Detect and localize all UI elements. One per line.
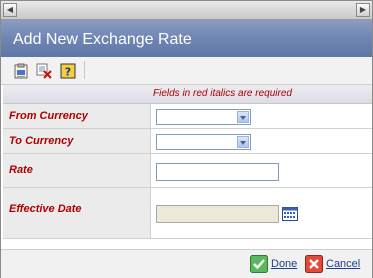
form-row-effective-date: Effective Date — [3, 188, 372, 239]
required-fields-hint: Fields in red italics are required — [153, 88, 292, 99]
help-icon[interactable]: ? — [60, 63, 76, 79]
calendar-icon[interactable] — [282, 207, 298, 221]
from-currency-label: From Currency — [9, 110, 88, 122]
effective-date-label: Effective Date — [9, 203, 82, 215]
close-icon — [305, 255, 323, 273]
chevron-right-icon[interactable]: ▶ — [356, 3, 370, 17]
done-button[interactable]: Done — [250, 255, 302, 275]
from-currency-select[interactable] — [156, 109, 251, 125]
dialog-title: Add New Exchange Rate — [13, 31, 192, 48]
effective-date-input[interactable] — [156, 205, 279, 223]
dialog-title-bar: Add New Exchange Rate — [1, 20, 372, 57]
chevron-left-icon[interactable]: ◀ — [3, 3, 17, 17]
svg-text:?: ? — [65, 66, 71, 79]
required-fields-hint-bar: Fields in red italics are required — [3, 85, 372, 104]
navigation-strip: ◀ ▶ — [1, 1, 372, 20]
to-currency-label: To Currency — [9, 135, 74, 147]
form-row-rate: Rate — [3, 154, 372, 188]
cancel-label: Cancel — [326, 258, 361, 270]
form-row-to-currency: To Currency — [3, 129, 372, 154]
chevron-down-icon[interactable] — [237, 136, 249, 148]
form-row-from-currency: From Currency — [3, 104, 372, 129]
rate-input[interactable] — [156, 163, 279, 181]
cancel-button[interactable]: Cancel — [305, 255, 367, 275]
chevron-down-icon[interactable] — [237, 111, 249, 123]
toolbar-separator — [84, 61, 85, 79]
delete-icon[interactable] — [36, 63, 52, 79]
clipboard-icon[interactable] — [13, 63, 29, 79]
checkmark-icon — [250, 255, 268, 273]
dialog-footer: Done Cancel — [1, 249, 372, 278]
to-currency-select[interactable] — [156, 134, 251, 150]
toolbar: ? — [1, 57, 372, 85]
rate-label: Rate — [9, 164, 33, 176]
dialog-window: ◀ ▶ Add New Exchange Rate ? Fields in re… — [0, 0, 373, 278]
done-label: Done — [271, 258, 298, 270]
